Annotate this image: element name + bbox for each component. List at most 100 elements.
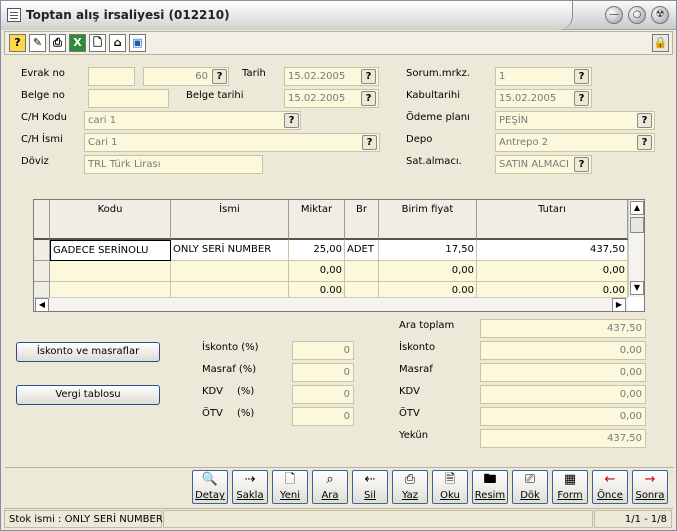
status-record-counter: 1/1 - 1/8	[594, 510, 672, 528]
main-window: Toptan alış irsaliyesi (012210) — ○ ☢ ? …	[0, 0, 677, 531]
table-cell-ismi[interactable]: ONLY SERİ NUMBER	[171, 240, 289, 261]
otv-pct-field[interactable]: 0	[292, 407, 354, 426]
grid-header-br[interactable]: Br	[345, 200, 379, 240]
iskonto-pct-field[interactable]: 0	[292, 341, 354, 360]
kdv-total-field: 0,00	[480, 385, 646, 404]
maximize-icon[interactable]: ○	[628, 6, 646, 24]
resim-button[interactable]: 🖿 Resim	[472, 470, 508, 504]
kabul-lookup-icon[interactable]: ?	[574, 91, 589, 106]
table-cell-miktar[interactable]: 25,00	[289, 240, 345, 261]
document-icon	[7, 8, 21, 22]
table-cell-kodu[interactable]: GADECE SERİNOLU	[50, 240, 171, 261]
doviz-label: Döviz	[21, 156, 49, 167]
status-spacer	[163, 510, 593, 528]
ch-kodu-lookup-icon[interactable]: ?	[284, 113, 299, 128]
excel-icon[interactable]: X	[69, 34, 86, 52]
grid-header-ismi[interactable]: İsmi	[171, 200, 289, 240]
table-cell-ismi[interactable]	[171, 261, 289, 282]
status-stok-ismi: Stok ismi : ONLY SERİ NUMBER	[4, 510, 163, 528]
depo-label: Depo	[406, 134, 433, 145]
iskonto-masraflar-button[interactable]: İskonto ve masraflar	[16, 342, 160, 362]
yekun-label: Yekün	[399, 430, 429, 441]
table-cell-kodu[interactable]	[50, 261, 171, 282]
ara-button[interactable]: ⌕ Ara	[312, 470, 348, 504]
vergi-tablosu-button[interactable]: Vergi tablosu	[16, 385, 160, 405]
evrak-no-field[interactable]	[88, 67, 135, 86]
form-button[interactable]: ▦ Form	[552, 470, 588, 504]
table-cell-tutari[interactable]: 437,50	[477, 240, 628, 261]
new-doc-icon[interactable]: 🗋	[89, 34, 106, 52]
ara-toplam-label: Ara toplam	[399, 320, 455, 331]
doviz-field[interactable]: TRL Türk Lirası	[84, 155, 263, 174]
sorum-lookup-icon[interactable]: ?	[574, 69, 589, 84]
kdv-pct-field[interactable]: 0	[292, 385, 354, 404]
row-indicator[interactable]	[34, 240, 50, 261]
window-title: Toptan alış irsaliyesi (012210)	[26, 8, 230, 22]
sil-button[interactable]: ⇠ Sil	[352, 470, 388, 504]
odeme-field[interactable]: PEŞİN	[495, 111, 655, 130]
printer-icon: ⎚	[524, 472, 536, 487]
yeni-button[interactable]: 🗋 Yeni	[272, 470, 308, 504]
help-icon[interactable]: ?	[9, 34, 26, 52]
lock-icon[interactable]: 🔒	[652, 34, 669, 52]
scroll-down-icon[interactable]: ▼	[630, 281, 644, 295]
ch-ismi-label: C/H İsmi	[21, 134, 63, 145]
table-cell-birim-fiyat[interactable]: 0,00	[379, 261, 477, 282]
table-cell-br[interactable]: ADET	[345, 240, 379, 261]
masraf-total-field: 0,00	[480, 363, 646, 382]
kdv-pct-unit: (%)	[237, 386, 255, 397]
belge-no-field[interactable]	[88, 89, 169, 108]
kdv-total-label: KDV	[399, 386, 420, 397]
arrow-right-icon: →	[644, 472, 656, 487]
grid-corner	[34, 200, 50, 240]
sonra-button[interactable]: → Sonra	[632, 470, 668, 504]
home-icon[interactable]: ⌂	[109, 34, 126, 52]
scroll-up-icon[interactable]: ▲	[630, 201, 644, 215]
screen-icon[interactable]: ▣	[129, 34, 146, 52]
row-indicator[interactable]	[34, 261, 50, 282]
vertical-scrollbar[interactable]: ▲ ▼	[628, 200, 644, 297]
depo-lookup-icon[interactable]: ?	[637, 135, 652, 150]
scroll-right-icon[interactable]: ▶	[612, 298, 626, 311]
ch-ismi-field[interactable]: Cari 1	[84, 133, 380, 152]
detay-button[interactable]: 🔍 Detay	[192, 470, 228, 504]
sakla-button[interactable]: ⇢ Sakla	[232, 470, 268, 504]
grid-header-birim-fiyat[interactable]: Birim fiyat	[379, 200, 477, 240]
table-cell-tutari[interactable]: 0,00	[477, 261, 628, 282]
dok-button[interactable]: ⎚ Dök	[512, 470, 548, 504]
table-cell-birim-fiyat[interactable]: 17,50	[379, 240, 477, 261]
minimize-icon[interactable]: —	[605, 6, 623, 24]
ch-kodu-field[interactable]: cari 1	[84, 111, 301, 130]
horizontal-scrollbar[interactable]: ◀ ▶	[34, 297, 628, 311]
scroll-thumb[interactable]	[630, 217, 644, 233]
print-icon[interactable]: ⎙	[49, 34, 66, 52]
otv-total-label: ÖTV	[399, 408, 420, 419]
depo-field[interactable]: Antrepo 2	[495, 133, 655, 152]
table-cell-miktar[interactable]: 0,00	[289, 261, 345, 282]
close-icon[interactable]: ☢	[651, 6, 669, 24]
kabul-label: Kabultarihi	[406, 90, 461, 101]
items-grid[interactable]: Kodu İsmi Miktar Br Birim fiyat Tutarı G…	[33, 199, 645, 312]
masraf-pct-field[interactable]: 0	[292, 363, 354, 382]
sequence-lookup-icon[interactable]: ?	[212, 69, 227, 84]
once-button[interactable]: ← Önce	[592, 470, 628, 504]
odeme-lookup-icon[interactable]: ?	[637, 113, 652, 128]
tarih-lookup-icon[interactable]: ?	[361, 69, 376, 84]
belge-tarihi-lookup-icon[interactable]: ?	[361, 91, 376, 106]
table-cell-br[interactable]	[345, 261, 379, 282]
edit-icon[interactable]: ✎	[29, 34, 46, 52]
scroll-left-icon[interactable]: ◀	[35, 298, 49, 311]
grid-header-miktar[interactable]: Miktar	[289, 200, 345, 240]
grid-header-tutari[interactable]: Tutarı	[477, 200, 628, 240]
action-bar: 🔍 Detay ⇢ Sakla 🗋 Yeni ⌕ Ara ⇠ Sil ⎙ Yaz 🗎 Oku …	[5, 467, 674, 507]
yaz-button[interactable]: ⎙ Yaz	[392, 470, 428, 504]
sorum-label: Sorum.mrkz.	[406, 68, 470, 79]
grid-header-kodu[interactable]: Kodu	[50, 200, 171, 240]
save-row-icon: ⇢	[244, 472, 256, 487]
ara-toplam-field: 437,50	[480, 319, 646, 338]
kdv-pct-label: KDV	[202, 386, 223, 397]
masraf-total-label: Masraf	[399, 364, 433, 375]
oku-button[interactable]: 🗎 Oku	[432, 470, 468, 504]
ch-ismi-lookup-icon[interactable]: ?	[362, 135, 377, 150]
sat-almaci-lookup-icon[interactable]: ?	[574, 157, 589, 172]
